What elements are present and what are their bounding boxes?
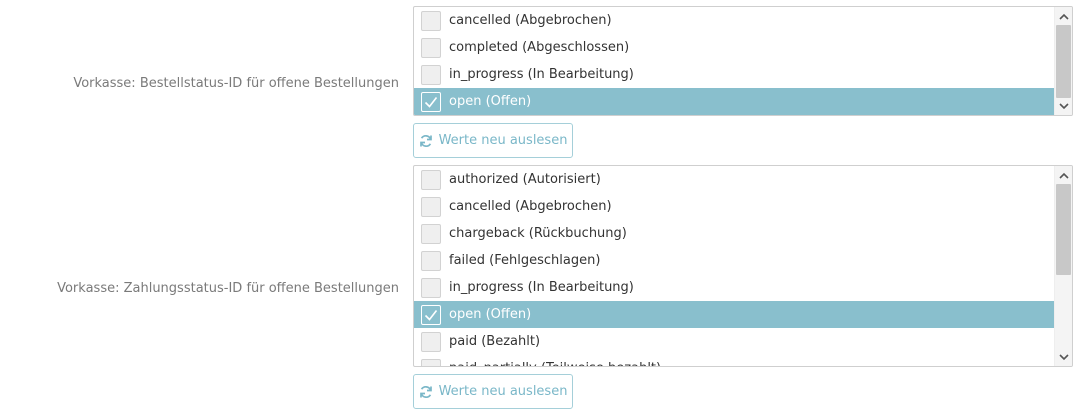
option-label: in_progress (In Bearbeitung): [449, 280, 634, 295]
list-option[interactable]: failed (Fehlgeschlagen): [414, 247, 1054, 274]
option-label: in_progress (In Bearbeitung): [449, 67, 634, 82]
option-label: cancelled (Abgebrochen): [449, 13, 612, 28]
scroll-thumb[interactable]: [1056, 184, 1071, 275]
order-status-scrollbar[interactable]: [1054, 7, 1072, 115]
order-status-label: Vorkasse: Bestellstatus-ID für offene Be…: [73, 76, 399, 91]
list-option[interactable]: completed (Abgeschlossen): [414, 34, 1054, 61]
list-option[interactable]: cancelled (Abgebrochen): [414, 193, 1054, 220]
refresh-icon: [419, 385, 433, 399]
option-label: completed (Abgeschlossen): [449, 40, 630, 55]
option-label: open (Offen): [449, 94, 532, 109]
checkbox-checked[interactable]: [421, 91, 441, 112]
chevron-down-icon[interactable]: [1055, 348, 1072, 366]
refresh-icon: [419, 134, 433, 148]
option-label: open (Offen): [449, 307, 532, 322]
checkbox-checked[interactable]: [421, 304, 441, 325]
payment-status-options: authorized (Autorisiert) cancelled (Abgeb…: [414, 166, 1054, 366]
checkbox[interactable]: [421, 169, 441, 190]
chevron-down-icon[interactable]: [1055, 97, 1072, 115]
option-label: paid_partially (Teilweise bezahlt): [449, 361, 661, 366]
checkbox[interactable]: [421, 358, 441, 366]
payment-status-label: Vorkasse: Zahlungsstatus-ID für offene B…: [57, 281, 399, 296]
list-option[interactable]: open (Offen): [414, 88, 1054, 115]
check-icon: [424, 96, 438, 108]
payment-status-scrollbar[interactable]: [1054, 166, 1072, 366]
list-option[interactable]: open (Offen): [414, 301, 1054, 328]
order-status-refresh-button[interactable]: Werte neu auslesen: [413, 123, 573, 158]
option-label: cancelled (Abgebrochen): [449, 199, 612, 214]
checkbox[interactable]: [421, 64, 441, 85]
chevron-up-icon[interactable]: [1055, 166, 1072, 184]
list-option[interactable]: chargeback (Rückbuchung): [414, 220, 1054, 247]
checkbox[interactable]: [421, 223, 441, 244]
checkbox[interactable]: [421, 331, 441, 352]
checkbox[interactable]: [421, 277, 441, 298]
list-option[interactable]: paid_partially (Teilweise bezahlt): [414, 355, 1054, 366]
option-label: paid (Bezahlt): [449, 334, 541, 349]
payment-status-refresh-button[interactable]: Werte neu auslesen: [413, 374, 573, 409]
checkbox[interactable]: [421, 10, 441, 31]
checkbox[interactable]: [421, 37, 441, 58]
refresh-button-label: Werte neu auslesen: [438, 133, 568, 148]
checkbox[interactable]: [421, 250, 441, 271]
refresh-button-label: Werte neu auslesen: [438, 384, 568, 399]
option-label: chargeback (Rückbuchung): [449, 226, 627, 241]
order-status-listbox[interactable]: cancelled (Abgebrochen) completed (Abgesc…: [413, 6, 1073, 116]
checkbox[interactable]: [421, 196, 441, 217]
check-icon: [424, 309, 438, 321]
payment-status-listbox[interactable]: authorized (Autorisiert) cancelled (Abgeb…: [413, 165, 1073, 367]
scroll-thumb[interactable]: [1056, 25, 1071, 98]
chevron-up-icon[interactable]: [1055, 7, 1072, 25]
order-status-options: cancelled (Abgebrochen) completed (Abgesc…: [414, 7, 1054, 115]
list-option[interactable]: cancelled (Abgebrochen): [414, 7, 1054, 34]
list-option[interactable]: in_progress (In Bearbeitung): [414, 61, 1054, 88]
list-option[interactable]: in_progress (In Bearbeitung): [414, 274, 1054, 301]
list-option[interactable]: paid (Bezahlt): [414, 328, 1054, 355]
option-label: failed (Fehlgeschlagen): [449, 253, 601, 268]
option-label: authorized (Autorisiert): [449, 172, 601, 187]
list-option[interactable]: authorized (Autorisiert): [414, 166, 1054, 193]
